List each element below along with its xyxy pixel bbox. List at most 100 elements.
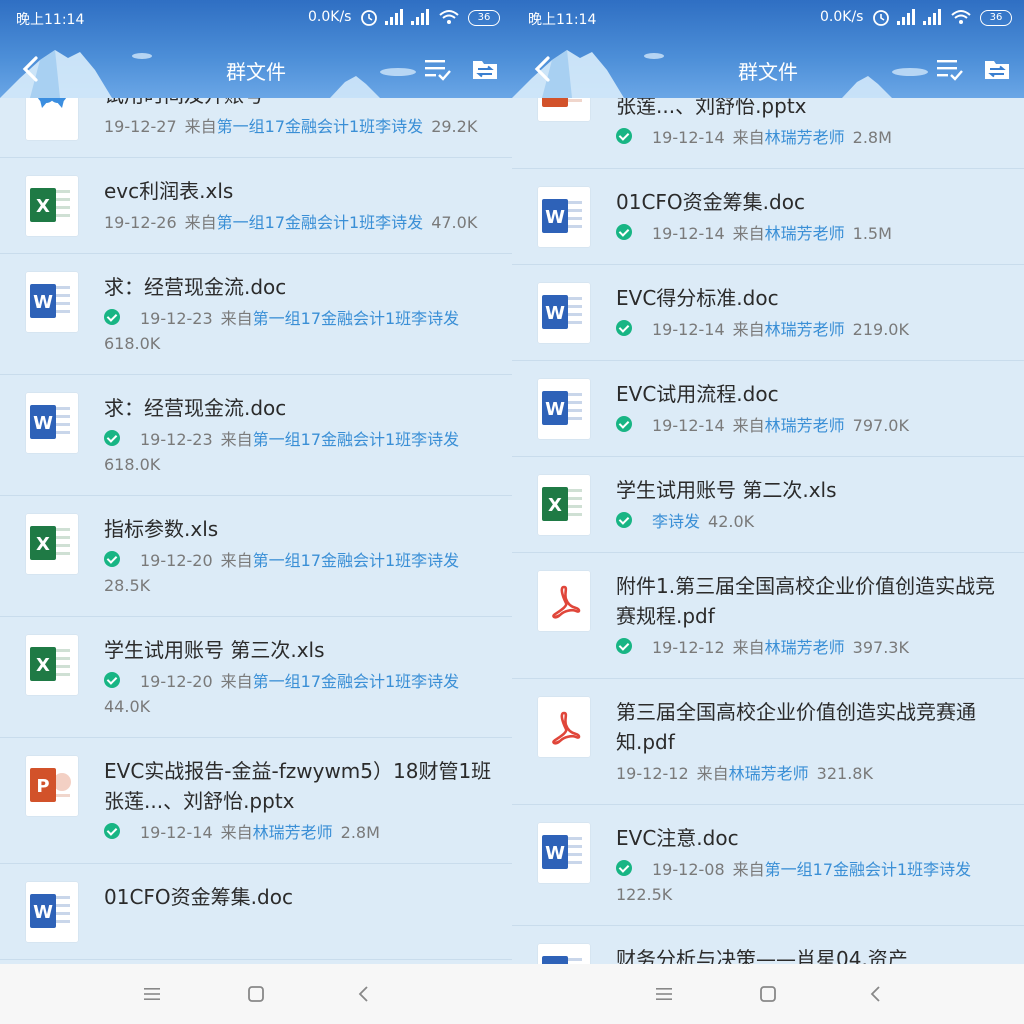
file-list-item[interactable]: 试用时间及开账号 19-12-27 来自第一组17金融会计1班李诗发 29.2K <box>0 98 512 158</box>
word-file-icon: W <box>538 187 590 247</box>
file-sender[interactable]: 第一组17金融会计1班李诗发 <box>217 213 424 232</box>
file-sender[interactable]: 第一组17金融会计1班李诗发 <box>253 551 460 570</box>
sort-icon[interactable] <box>934 54 964 84</box>
svg-text:X: X <box>36 655 50 676</box>
file-meta: 19-12-23 来自第一组17金融会计1班李诗发 618.0K <box>104 306 502 356</box>
file-list-item[interactable]: W EVC得分标准.doc 19-12-14 来自林瑞芳老师 219.0K <box>512 265 1024 361</box>
screen-right: 晚上11:14 0.0K/s 36 群文件 P EVC实战报告-金益-fzwyw… <box>512 0 1024 1024</box>
file-list-item[interactable]: W 01CFO资金筹集.doc 19-12-14 来自林瑞芳老师 1.5M <box>512 169 1024 265</box>
svg-text:W: W <box>33 292 53 313</box>
file-sender[interactable]: 林瑞芳老师 <box>729 764 809 783</box>
downloaded-check-icon <box>104 430 120 446</box>
powerpoint-file-icon: P <box>538 98 590 121</box>
network-speed: 0.0K/s <box>308 9 352 25</box>
file-sender[interactable]: 李诗发 <box>652 512 700 531</box>
word-file-icon: W <box>26 393 78 453</box>
file-meta: 19-12-14 来自林瑞芳老师 2.8M <box>616 125 1014 150</box>
file-list-item[interactable]: P EVC实战报告-金益-fzwywm5）18财管1班张莲...、刘舒怡.ppt… <box>0 738 512 864</box>
file-sender[interactable]: 林瑞芳老师 <box>765 128 845 147</box>
file-sender[interactable]: 第一组17金融会计1班李诗发 <box>253 672 460 691</box>
file-size: 2.8M <box>340 823 380 842</box>
file-size: 29.2K <box>431 117 478 136</box>
file-size: 47.0K <box>431 213 478 232</box>
word-file-icon: W <box>26 882 78 942</box>
back-icon[interactable] <box>352 982 376 1006</box>
file-meta: 19-12-12 来自林瑞芳老师 397.3K <box>616 635 1014 660</box>
menu-icon[interactable] <box>140 982 164 1006</box>
file-date: 19-12-23 <box>140 309 213 328</box>
file-list-item[interactable]: W 01CFO资金筹集.doc <box>0 864 512 960</box>
file-date: 19-12-23 <box>140 430 213 449</box>
file-name: EVC实战报告-金益-fzwywm5）18财管1班张莲...、刘舒怡.pptx <box>104 759 492 813</box>
file-name: EVC注意.doc <box>616 826 739 850</box>
file-list-item[interactable]: X evc利润表.xls 19-12-26 来自第一组17金融会计1班李诗发 47.… <box>0 158 512 254</box>
alarm-icon <box>873 10 889 26</box>
file-list-item[interactable]: 附件1.第三届全国高校企业价值创造实战竞赛规程.pdf 19-12-12 来自林瑞… <box>512 553 1024 679</box>
file-meta: 19-12-14 来自林瑞芳老师 219.0K <box>616 317 1014 342</box>
status-bar: 晚上11:14 0.0K/s 36 <box>512 0 1024 36</box>
file-sender[interactable]: 林瑞芳老师 <box>765 638 845 657</box>
svg-text:X: X <box>36 534 50 555</box>
file-from-label: 来自 <box>220 551 253 570</box>
file-sender[interactable]: 林瑞芳老师 <box>765 320 845 339</box>
signal-hd-icon <box>411 9 429 25</box>
file-from-label: 来自 <box>220 309 253 328</box>
file-from-label: 来自 <box>732 320 765 339</box>
file-list-item[interactable]: X 指标参数.xls 19-12-20 来自第一组17金融会计1班李诗发 28.5K <box>0 496 512 617</box>
word-file-icon: W <box>538 823 590 883</box>
file-meta: 19-12-14 来自林瑞芳老师 2.8M <box>104 820 502 845</box>
file-size: 219.0K <box>852 320 909 339</box>
group-chat-file-icon <box>26 98 78 140</box>
file-list-item[interactable]: P EVC实战报告-金益-fzwywm5）18财管1班张莲...、刘舒怡.ppt… <box>512 98 1024 169</box>
file-sender[interactable]: 第一组17金融会计1班李诗发 <box>253 430 460 449</box>
file-sender[interactable]: 第一组17金融会计1班李诗发 <box>217 117 424 136</box>
svg-text:W: W <box>545 843 565 864</box>
svg-text:W: W <box>545 303 565 324</box>
file-sender[interactable]: 第一组17金融会计1班李诗发 <box>765 860 972 879</box>
file-list[interactable]: P EVC实战报告-金益-fzwywm5）18财管1班张莲...、刘舒怡.ppt… <box>512 98 1024 964</box>
file-list-item[interactable]: X 学生试用账号 第二次.xls 李诗发 42.0K <box>512 457 1024 553</box>
downloaded-check-icon <box>616 224 632 240</box>
folder-transfer-icon[interactable] <box>982 54 1012 84</box>
word-file-icon: W <box>26 272 78 332</box>
system-nav-bar <box>0 964 512 1024</box>
home-icon[interactable] <box>756 982 780 1006</box>
file-date: 19-12-14 <box>652 224 725 243</box>
file-meta: 19-12-14 来自林瑞芳老师 1.5M <box>616 221 1014 246</box>
file-list-item[interactable]: W 财务分析与决策——肖星04.资产 <box>512 926 1024 964</box>
svg-text:W: W <box>545 399 565 420</box>
file-date: 19-12-14 <box>652 320 725 339</box>
file-list[interactable]: 试用时间及开账号 19-12-27来自第一组17金融会计1班李诗发29.2K X… <box>0 98 512 964</box>
file-size: 618.0K <box>104 334 161 353</box>
sort-icon[interactable] <box>422 54 452 84</box>
file-size: 122.5K <box>616 885 673 904</box>
file-from-label: 来自 <box>732 860 765 879</box>
file-list-item[interactable]: W EVC试用流程.doc 19-12-14 来自林瑞芳老师 797.0K <box>512 361 1024 457</box>
file-sender[interactable]: 林瑞芳老师 <box>765 224 845 243</box>
file-date: 19-12-20 <box>140 551 213 570</box>
file-sender[interactable]: 林瑞芳老师 <box>765 416 845 435</box>
menu-icon[interactable] <box>652 982 676 1006</box>
folder-transfer-icon[interactable] <box>470 54 500 84</box>
file-list-item[interactable]: W EVC注意.doc 19-12-08 来自第一组17金融会计1班李诗发 122.… <box>512 805 1024 926</box>
file-list-item[interactable]: W 求：经营现金流.doc 19-12-23 来自第一组17金融会计1班李诗发 61… <box>0 375 512 496</box>
status-time: 晚上11:14 <box>16 12 85 28</box>
downloaded-check-icon <box>104 551 120 567</box>
file-list-item[interactable]: W 求：经营现金流.doc 19-12-23 来自第一组17金融会计1班李诗发 61… <box>0 254 512 375</box>
file-from-label: 来自 <box>220 672 253 691</box>
status-time: 晚上11:14 <box>528 12 597 28</box>
system-nav-bar <box>512 964 1024 1024</box>
file-size: 397.3K <box>852 638 909 657</box>
file-date: 19-12-14 <box>652 416 725 435</box>
downloaded-check-icon <box>616 512 632 528</box>
file-list-item[interactable]: 第三届全国高校企业价值创造实战竞赛通知.pdf 19-12-12 来自林瑞芳老师 3… <box>512 679 1024 805</box>
file-sender[interactable]: 第一组17金融会计1班李诗发 <box>253 309 460 328</box>
file-list-item[interactable]: X 学生试用账号 第三次.xls 19-12-20 来自第一组17金融会计1班李诗… <box>0 617 512 738</box>
home-icon[interactable] <box>244 982 268 1006</box>
back-icon[interactable] <box>864 982 888 1006</box>
file-meta: 李诗发 42.0K <box>616 509 1014 534</box>
file-name: 第三届全国高校企业价值创造实战竞赛通知.pdf <box>616 700 976 754</box>
file-sender[interactable]: 林瑞芳老师 <box>253 823 333 842</box>
header: 晚上11:14 0.0K/s 36 群文件 <box>0 0 512 98</box>
wifi-icon <box>951 10 971 24</box>
